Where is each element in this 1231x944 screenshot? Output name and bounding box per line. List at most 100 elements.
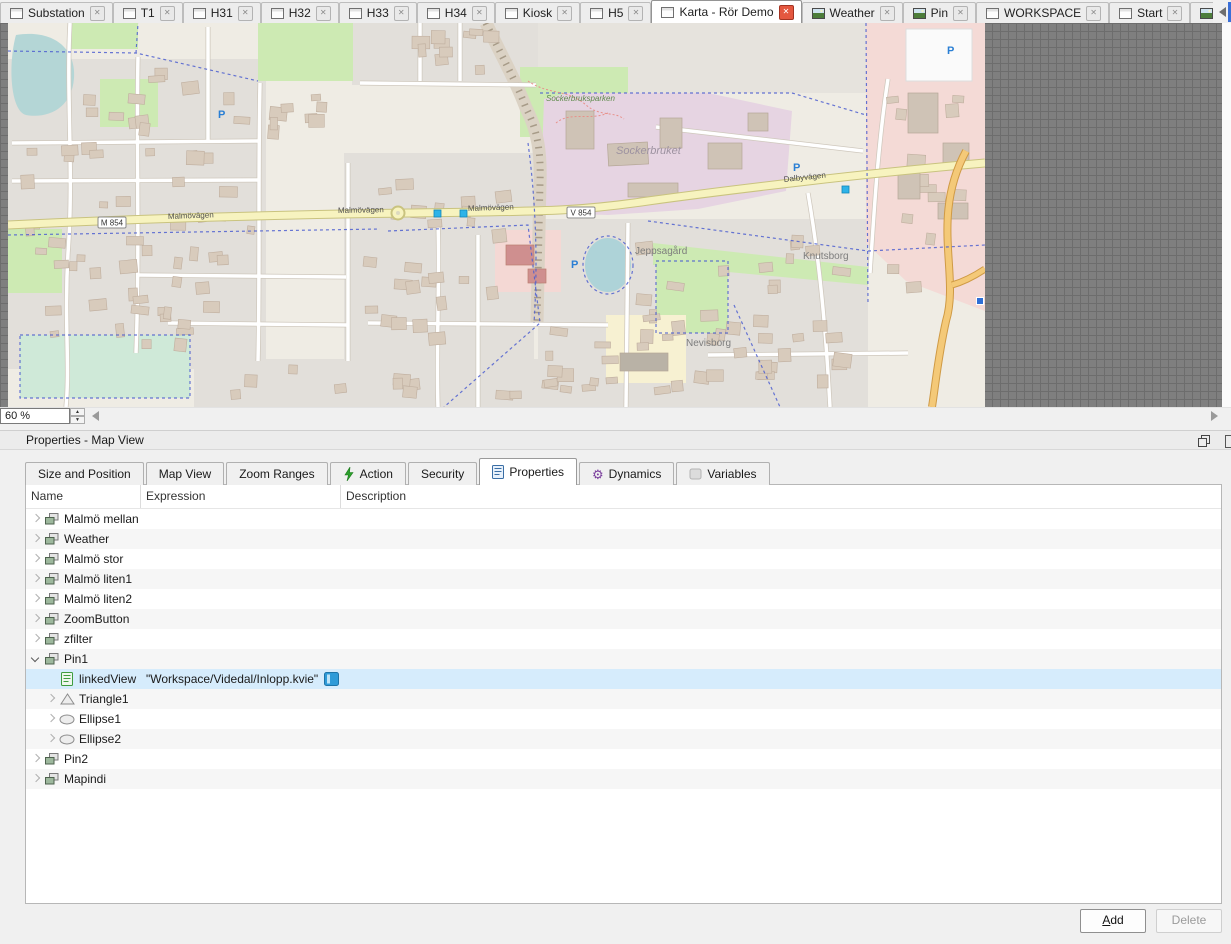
tree-expand-icon[interactable]	[30, 613, 42, 625]
tab-t1[interactable]: T1✕	[113, 2, 183, 23]
prop-tab-variables[interactable]: Variables	[676, 462, 769, 485]
tab-close-icon[interactable]: ✕	[628, 6, 643, 21]
design-canvas[interactable]: SockerbruketSockerbruksparkenMalmövägenM…	[0, 23, 1231, 407]
hscroll-right-arrow[interactable]	[1211, 411, 1218, 421]
row-name-label: linkedView	[77, 672, 136, 686]
info-icon[interactable]	[324, 672, 339, 686]
table-row-weather[interactable]: Weather	[26, 529, 1221, 549]
tab-pin[interactable]: Pin✕	[903, 2, 976, 23]
tab-h32[interactable]: H32 ✕	[261, 2, 339, 23]
table-row-pin1[interactable]: Pin1	[26, 649, 1221, 669]
row-name-cell: Weather	[26, 529, 1221, 549]
tab-close-icon[interactable]: ✕	[779, 5, 794, 20]
delete-button[interactable]: Delete	[1156, 909, 1222, 933]
tab-close-icon[interactable]: ✕	[1167, 6, 1182, 21]
window-icon	[505, 8, 518, 19]
row-name-label: Pin2	[62, 752, 88, 766]
prop-tab-zoom-ranges[interactable]: Zoom Ranges	[226, 462, 327, 485]
table-row-mapindi[interactable]: Mapindi	[26, 769, 1221, 789]
tab-substation[interactable]: Substation✕	[0, 2, 113, 23]
properties-panel: Size and PositionMap ViewZoom RangesActi…	[0, 459, 1231, 944]
table-row-malm-mellan[interactable]: Malmö mellan	[26, 509, 1221, 529]
tab-h34[interactable]: H34✕	[417, 2, 495, 23]
tree-expand-icon[interactable]	[30, 593, 42, 605]
table-row-triangle1[interactable]: Triangle1	[26, 689, 1221, 709]
prop-tab-properties[interactable]: Properties	[479, 458, 577, 485]
tab-blank[interactable]	[1190, 2, 1213, 23]
tree-expand-icon[interactable]	[30, 533, 42, 545]
road-badge-m-854: M 854	[98, 217, 126, 228]
tab-close-icon[interactable]: ✕	[1086, 6, 1101, 21]
tab-workspace[interactable]: WORKSPACE ✕	[976, 2, 1109, 23]
tab-close-icon[interactable]: ✕	[238, 6, 253, 21]
window-icon	[590, 8, 603, 19]
table-row-ellipse2[interactable]: Ellipse2	[26, 729, 1221, 749]
column-header-expression[interactable]: Expression	[141, 485, 341, 508]
tab-label: H5	[608, 6, 623, 20]
map-label-malm-v-gen: Malmövägen	[338, 205, 384, 215]
tab-label: Karta - Rör Demo	[679, 5, 773, 19]
prop-tab-action[interactable]: Action	[330, 462, 406, 485]
tab-h33[interactable]: H33✕	[339, 2, 417, 23]
prop-tab-dynamics[interactable]: ⚙Dynamics	[579, 462, 674, 485]
zoom-spin-down-button[interactable]: ▼	[70, 416, 85, 424]
table-row-pin2[interactable]: Pin2	[26, 749, 1221, 769]
table-row-malm-liten2[interactable]: Malmö liten2	[26, 589, 1221, 609]
tab-label: H32	[289, 6, 311, 20]
table-row-ellipse1[interactable]: Ellipse1	[26, 709, 1221, 729]
tree-expand-icon[interactable]	[30, 573, 42, 585]
table-row-malm-stor[interactable]: Malmö stor	[26, 549, 1221, 569]
table-row-zfilter[interactable]: zfilter	[26, 629, 1221, 649]
selection-handle[interactable]	[976, 297, 984, 305]
map-view-object[interactable]: SockerbruketSockerbruksparkenMalmövägenM…	[8, 23, 985, 407]
tab-label: WORKSPACE	[1004, 6, 1081, 20]
tab-karta-r-r-demo[interactable]: Karta - Rör Demo ✕	[651, 0, 801, 23]
tab-close-icon[interactable]: ✕	[557, 6, 572, 21]
window-icon	[10, 8, 23, 19]
tab-close-icon[interactable]: ✕	[160, 6, 175, 21]
group-icon	[42, 613, 62, 625]
tab-close-icon[interactable]: ✕	[472, 6, 487, 21]
prop-tab-size-and-position[interactable]: Size and Position	[25, 462, 144, 485]
tab-close-icon[interactable]: ✕	[880, 6, 895, 21]
prop-tab-map-view[interactable]: Map View	[146, 462, 224, 485]
tab-h5[interactable]: H5 ✕	[580, 2, 651, 23]
tree-expand-icon[interactable]	[30, 753, 42, 765]
tree-expand-icon[interactable]	[30, 773, 42, 785]
tab-close-icon[interactable]: ✕	[394, 6, 409, 21]
table-row-linkedview[interactable]: linkedView"Workspace/Videdal/Inlopp.kvie…	[26, 669, 1221, 689]
tab-weather[interactable]: Weather✕	[802, 2, 903, 23]
tree-expand-icon[interactable]	[45, 733, 57, 745]
tab-kiosk[interactable]: Kiosk✕	[495, 2, 580, 23]
ellipse-icon	[57, 734, 77, 745]
row-name-cell: Malmö liten1	[26, 569, 1221, 589]
panel-edge-icon[interactable]	[1225, 435, 1231, 448]
tree-expand-icon[interactable]	[30, 653, 42, 665]
tab-h31[interactable]: H31✕	[183, 2, 261, 23]
tree-expand-icon[interactable]	[30, 553, 42, 565]
row-name-cell: Pin2	[26, 749, 1221, 769]
tab-close-icon[interactable]: ✕	[953, 6, 968, 21]
column-header-description[interactable]: Description	[341, 485, 1221, 508]
tree-expand-icon[interactable]	[45, 693, 57, 705]
tab-close-icon[interactable]: ✕	[90, 6, 105, 21]
row-name-label: Malmö stor	[62, 552, 123, 566]
hscroll-left-arrow[interactable]	[92, 411, 99, 421]
tab-close-icon[interactable]: ✕	[316, 6, 331, 21]
column-header-name[interactable]: Name	[26, 485, 141, 508]
zoom-spin-up-button[interactable]: ▲	[70, 408, 85, 416]
table-row-malm-liten1[interactable]: Malmö liten1	[26, 569, 1221, 589]
tab-start[interactable]: Start✕	[1109, 2, 1190, 23]
add-button[interactable]: Add	[1080, 909, 1146, 933]
row-name-cell: Pin1	[26, 649, 1221, 669]
tree-expand-icon[interactable]	[30, 513, 42, 525]
prop-tab-security[interactable]: Security	[408, 462, 477, 485]
scroll-left-arrow-icon	[1219, 7, 1226, 17]
varbox-icon	[689, 468, 702, 480]
float-window-icon[interactable]	[1198, 435, 1209, 446]
row-name-label: Pin1	[62, 652, 88, 666]
tree-expand-icon[interactable]	[30, 633, 42, 645]
zoom-level-field[interactable]: 60 %	[0, 408, 70, 424]
table-row-zoombutton[interactable]: ZoomButton	[26, 609, 1221, 629]
tree-expand-icon[interactable]	[45, 713, 57, 725]
